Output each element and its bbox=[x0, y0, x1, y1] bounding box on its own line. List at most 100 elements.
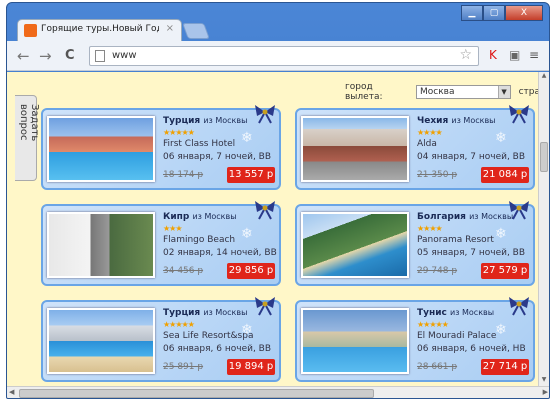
extension-box-icon[interactable]: ▣ bbox=[509, 48, 520, 62]
tour-dates: 06 января, 6 ночей, HB bbox=[417, 344, 526, 354]
tour-country: Чехия bbox=[417, 116, 449, 126]
extension-k-icon[interactable]: K bbox=[489, 48, 497, 62]
price-button[interactable]: 29 856 р bbox=[227, 263, 275, 279]
city-value: Москва bbox=[419, 87, 455, 97]
hotel-stars: ★★★★★ bbox=[163, 320, 195, 329]
tour-country: Турция bbox=[163, 116, 201, 126]
browser-window: Горящие туры.Новый Год! × ▁ ▢ X ← → C ww… bbox=[6, 2, 550, 399]
tour-dates: 02 января, 14 ночей, BB bbox=[163, 248, 277, 258]
tour-card[interactable]: Чехия из Москвы ★★★★ Alda 04 января, 7 н… bbox=[295, 105, 535, 190]
christmas-bow-icon bbox=[255, 297, 275, 316]
christmas-bow-icon bbox=[509, 201, 529, 220]
tour-from: из Москвы bbox=[192, 212, 237, 221]
tour-card[interactable]: Турция из Москвы ★★★★★ First Class Hotel… bbox=[41, 105, 281, 190]
hotel-stars: ★★★★ bbox=[417, 128, 443, 137]
tour-card[interactable]: Турция из Москвы ★★★★★ Sea Life Resort&s… bbox=[41, 297, 281, 382]
christmas-bow-icon bbox=[255, 105, 275, 124]
scroll-down-icon[interactable]: ▼ bbox=[539, 376, 549, 386]
tour-card[interactable]: Болгария из Москвы ★★★★ Panorama Resort … bbox=[295, 201, 535, 286]
hotel-photo bbox=[47, 308, 155, 374]
old-price: 28 661 р bbox=[417, 362, 458, 372]
hotel-photo bbox=[301, 212, 409, 278]
scroll-up-icon[interactable]: ▲ bbox=[539, 72, 549, 82]
tour-dates: 04 января, 7 ночей, BB bbox=[417, 152, 526, 162]
hotel-stars: ★★★★★ bbox=[163, 128, 195, 137]
maximize-button[interactable]: ▢ bbox=[483, 5, 505, 21]
city-select[interactable]: Москва ▼ bbox=[415, 85, 511, 99]
hotel-name: Sea Life Resort&spa bbox=[163, 331, 254, 341]
departure-city-bar: город вылета: Москва ▼ стра bbox=[345, 82, 540, 102]
menu-icon[interactable]: ≡ bbox=[529, 48, 539, 62]
hotel-name: Alda bbox=[417, 139, 437, 149]
new-tab-button[interactable] bbox=[182, 23, 210, 39]
tour-card[interactable]: Тунис из Москвы ★★★★★ El Mouradi Palace … bbox=[295, 297, 535, 382]
price-button[interactable]: 21 084 р bbox=[481, 167, 529, 183]
old-price: 21 350 р bbox=[417, 170, 458, 180]
scroll-right-icon[interactable]: ▶ bbox=[543, 388, 548, 396]
hotel-photo bbox=[301, 116, 409, 182]
page-content: город вылета: Москва ▼ стра Турция из Мо… bbox=[7, 72, 540, 386]
url-text: www bbox=[112, 50, 137, 61]
forward-button[interactable]: → bbox=[39, 47, 52, 65]
tour-country: Болгария bbox=[417, 212, 466, 222]
vertical-scroll-thumb[interactable] bbox=[540, 142, 548, 172]
page-icon bbox=[95, 50, 105, 62]
snowflake-icon: ❄ bbox=[495, 226, 507, 242]
snowflake-icon: ❄ bbox=[241, 130, 253, 146]
tour-from: из Москвы bbox=[450, 308, 495, 317]
close-button[interactable]: X bbox=[505, 5, 543, 21]
country-label: стра bbox=[518, 87, 540, 97]
tab-title: Горящие туры.Новый Год! bbox=[41, 24, 159, 34]
scroll-left-icon[interactable]: ◀ bbox=[9, 388, 14, 396]
city-label: город вылета: bbox=[345, 82, 383, 102]
tour-dates: 06 января, 6 ночей, BB bbox=[163, 344, 272, 354]
christmas-bow-icon bbox=[509, 105, 529, 124]
snowflake-icon: ❄ bbox=[241, 322, 253, 338]
reload-button[interactable]: C bbox=[65, 48, 75, 63]
vertical-scrollbar[interactable]: ▲ ▼ bbox=[538, 72, 549, 386]
horizontal-scroll-thumb[interactable] bbox=[19, 389, 374, 398]
snowflake-icon: ❄ bbox=[495, 130, 507, 146]
old-price: 29 748 р bbox=[417, 266, 458, 276]
tour-country: Турция bbox=[163, 308, 201, 318]
old-price: 34 456 р bbox=[163, 266, 204, 276]
tour-card[interactable]: Кипр из Москвы ★★★ Flamingo Beach 02 янв… bbox=[41, 201, 281, 286]
tab-close-icon[interactable]: × bbox=[166, 23, 174, 34]
christmas-bow-icon bbox=[509, 297, 529, 316]
tour-country: Кипр bbox=[163, 212, 190, 222]
browser-toolbar: ← → C www ☆ K ▣ ≡ bbox=[7, 41, 549, 71]
window-controls: ▁ ▢ X bbox=[461, 5, 543, 23]
snowflake-icon: ❄ bbox=[495, 322, 507, 338]
hotel-photo bbox=[301, 308, 409, 374]
back-button[interactable]: ← bbox=[17, 47, 30, 65]
ask-question-label: Задать вопрос bbox=[18, 104, 40, 142]
price-button[interactable]: 27 579 р bbox=[481, 263, 529, 279]
old-price: 25 891 р bbox=[163, 362, 204, 372]
hotel-stars: ★★★ bbox=[163, 224, 182, 233]
tour-from: из Москвы bbox=[203, 308, 248, 317]
hotel-name: First Class Hotel bbox=[163, 139, 236, 149]
horizontal-scrollbar[interactable]: ◀ ▶ bbox=[7, 386, 549, 398]
hotel-stars: ★★★★ bbox=[417, 224, 443, 233]
minimize-button[interactable]: ▁ bbox=[461, 5, 483, 21]
ask-question-tab[interactable]: Задать вопрос bbox=[15, 95, 40, 181]
hotel-photo bbox=[47, 116, 155, 182]
hotel-name: El Mouradi Palace bbox=[417, 331, 497, 341]
price-button[interactable]: 19 894 р bbox=[227, 359, 275, 375]
tour-dates: 05 января, 7 ночей, BB bbox=[417, 248, 526, 258]
tour-dates: 06 января, 7 ночей, BB bbox=[163, 152, 272, 162]
favicon-icon bbox=[24, 24, 37, 37]
old-price: 18 174 р bbox=[163, 170, 204, 180]
chevron-down-icon: ▼ bbox=[497, 86, 510, 98]
hotel-name: Panorama Resort bbox=[417, 235, 494, 245]
address-bar[interactable]: www ☆ bbox=[89, 46, 479, 66]
tour-country: Тунис bbox=[417, 308, 447, 318]
snowflake-icon: ❄ bbox=[241, 226, 253, 242]
bookmark-star-icon[interactable]: ☆ bbox=[459, 47, 472, 63]
hotel-photo bbox=[47, 212, 155, 278]
browser-tab[interactable]: Горящие туры.Новый Год! × bbox=[17, 19, 182, 41]
title-bar: Горящие туры.Новый Год! × ▁ ▢ X bbox=[7, 3, 549, 41]
price-button[interactable]: 13 557 р bbox=[227, 167, 275, 183]
christmas-bow-icon bbox=[255, 201, 275, 220]
price-button[interactable]: 27 714 р bbox=[481, 359, 529, 375]
